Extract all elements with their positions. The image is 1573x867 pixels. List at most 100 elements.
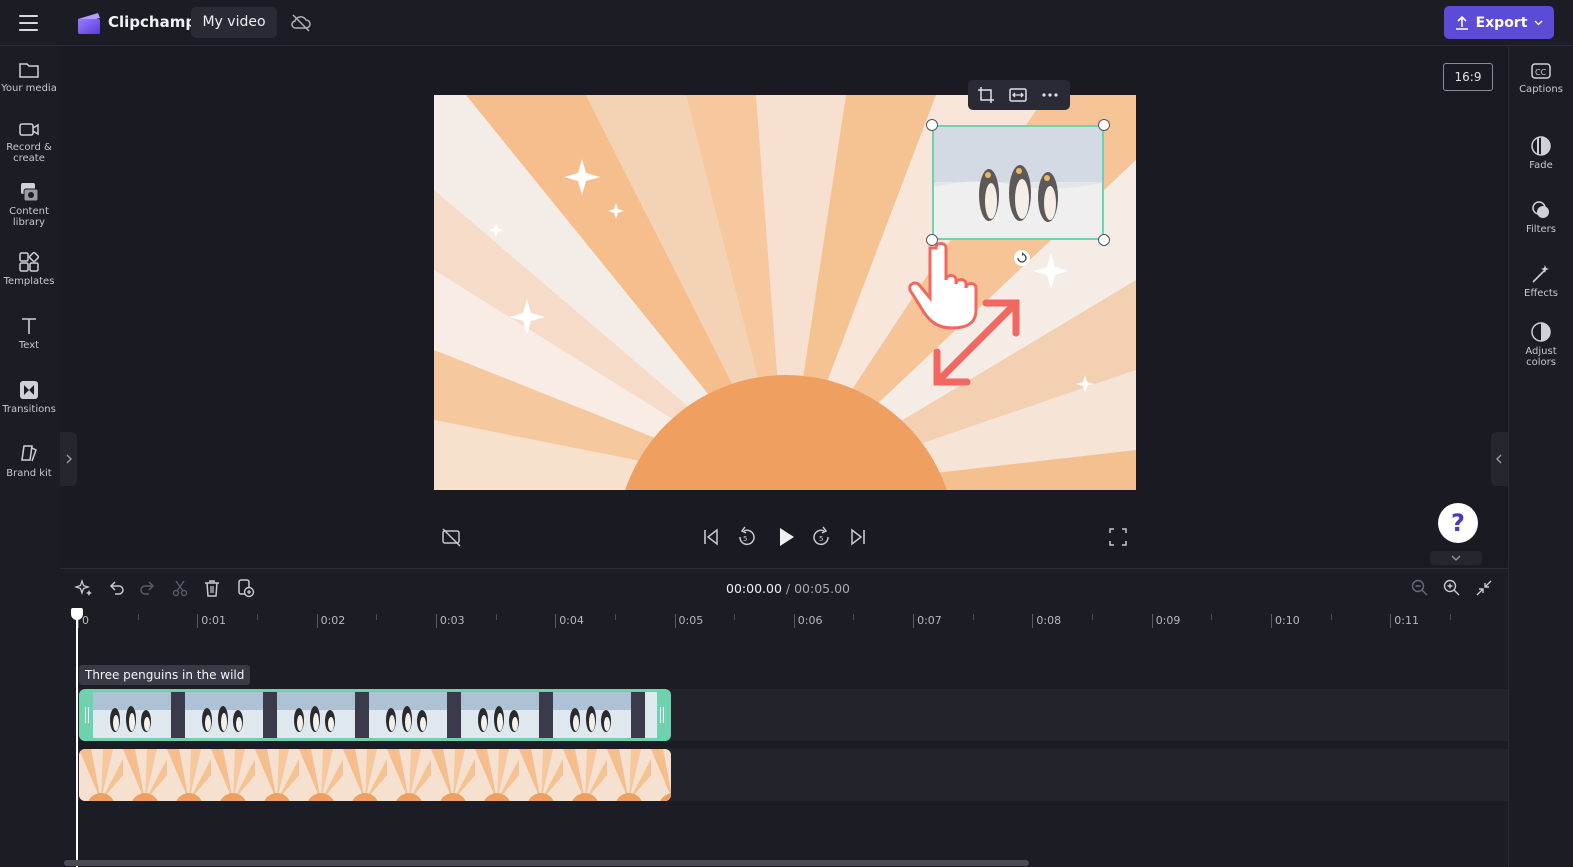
skip-forward-icon[interactable] xyxy=(847,525,869,549)
app-name: Clipchamp xyxy=(108,13,197,31)
ruler-tick-major xyxy=(435,614,437,628)
ruler-tick-minor xyxy=(853,614,855,620)
magic-edit-icon[interactable] xyxy=(74,578,94,598)
forward-5-icon[interactable]: 5 xyxy=(811,525,833,549)
total-duration: 00:05.00 xyxy=(794,581,850,596)
redo-icon[interactable] xyxy=(138,578,158,598)
sidebar-item-adjust-colors[interactable]: Adjust colors xyxy=(1509,321,1573,368)
cloud-off-icon[interactable] xyxy=(290,12,312,34)
sidebar-item-content-library[interactable]: Content library xyxy=(0,181,58,228)
help-button[interactable]: ? xyxy=(1438,503,1478,543)
sidebar-item-label: Your media xyxy=(1,83,57,94)
zoom-out-icon[interactable] xyxy=(1410,578,1430,598)
sidebar-item-record-create[interactable]: Record & create xyxy=(0,119,58,164)
ruler-label: 0:02 xyxy=(320,614,346,627)
expand-left-panel-button[interactable] xyxy=(60,432,77,486)
ruler-tick-minor xyxy=(376,614,378,620)
top-bar: Clipchamp My video Export xyxy=(0,0,1573,46)
playhead[interactable] xyxy=(71,608,83,867)
penguin-overlay-image[interactable] xyxy=(932,125,1104,240)
fullscreen-icon[interactable] xyxy=(1107,525,1129,549)
timeline-scrollbar[interactable] xyxy=(64,860,1029,866)
sidebar-item-text[interactable]: Text xyxy=(0,315,58,351)
camera-off-icon[interactable] xyxy=(441,525,463,549)
sidebar-item-brand-kit[interactable]: Brand kit xyxy=(0,443,58,479)
timecode: 00:00.00 / 00:05.00 xyxy=(726,581,850,596)
split-icon[interactable] xyxy=(170,578,190,598)
sidebar-item-label: Fade xyxy=(1529,160,1553,171)
ruler-label: 0:07 xyxy=(917,614,942,627)
sidebar-item-filters[interactable]: Filters xyxy=(1509,199,1573,235)
hand-cursor-icon xyxy=(908,242,1020,386)
sidebar-item-label: Templates xyxy=(3,276,55,287)
ruler-label: 0:10 xyxy=(1275,614,1300,627)
ruler-label: 0:05 xyxy=(678,614,704,627)
duplicate-icon[interactable] xyxy=(235,578,255,598)
ruler-label: 0:03 xyxy=(439,614,465,627)
zoom-in-icon[interactable] xyxy=(1442,578,1462,598)
fit-timeline-icon[interactable] xyxy=(1474,578,1494,598)
ruler-tick-minor xyxy=(256,614,258,620)
sidebar-item-label: Text xyxy=(18,340,40,351)
sidebar-item-label: Transitions xyxy=(2,404,56,415)
templates-icon xyxy=(19,251,40,272)
expand-right-panel-button[interactable] xyxy=(1491,432,1508,486)
svg-text:5: 5 xyxy=(819,535,823,543)
filters-icon xyxy=(1532,201,1549,218)
video-name-field[interactable]: My video xyxy=(191,7,277,38)
menu-icon[interactable] xyxy=(14,10,42,36)
export-label: Export xyxy=(1475,14,1528,31)
right-sidebar: CC Captions Fade Filters Effects Adjust … xyxy=(1508,47,1573,867)
element-toolbar xyxy=(968,80,1070,110)
sidebar-item-captions[interactable]: CC Captions xyxy=(1509,61,1573,95)
sunburst-background-clip[interactable] xyxy=(79,749,671,801)
undo-icon[interactable] xyxy=(106,578,126,598)
delete-icon[interactable] xyxy=(202,578,222,598)
play-icon[interactable] xyxy=(774,525,798,549)
ruler-label: 0:06 xyxy=(797,614,823,627)
fit-icon[interactable] xyxy=(1008,85,1028,105)
collapse-preview-button[interactable] xyxy=(1430,551,1482,565)
contrast-icon xyxy=(1531,322,1551,342)
export-button[interactable]: Export xyxy=(1444,6,1554,39)
ruler-tick-minor xyxy=(1330,614,1332,620)
skip-back-icon[interactable] xyxy=(700,525,722,549)
sidebar-item-fade[interactable]: Fade xyxy=(1509,135,1573,171)
crop-icon[interactable] xyxy=(976,85,996,105)
sidebar-item-label: Filters xyxy=(1526,224,1556,235)
svg-text:CC: CC xyxy=(1535,68,1547,77)
sidebar-item-effects[interactable]: Effects xyxy=(1509,263,1573,299)
trim-handle-left[interactable] xyxy=(85,707,89,723)
left-sidebar: Your media Record & create Content libra… xyxy=(0,47,58,867)
ruler-tick-major xyxy=(1151,614,1153,628)
trim-handle-right[interactable] xyxy=(660,707,664,723)
ruler-label: 0 xyxy=(82,614,89,627)
ruler-tick-minor xyxy=(1449,614,1451,620)
chevron-right-icon xyxy=(66,454,72,464)
penguin-clip[interactable] xyxy=(79,689,671,741)
magic-wand-icon xyxy=(1532,265,1549,283)
folder-icon xyxy=(19,63,39,78)
ruler-tick-minor xyxy=(137,614,139,620)
upload-icon xyxy=(1455,15,1468,30)
ruler-tick-major xyxy=(913,614,915,628)
sidebar-item-your-media[interactable]: Your media xyxy=(0,60,58,94)
resize-handle-bottom-right[interactable] xyxy=(1098,234,1110,246)
sidebar-item-label: colors xyxy=(1526,357,1556,368)
ruler-tick-major xyxy=(1271,614,1272,628)
resize-handle-top-left[interactable] xyxy=(926,119,938,131)
more-options-icon[interactable] xyxy=(1040,85,1060,105)
sidebar-item-label: library xyxy=(12,217,46,228)
rewind-5-icon[interactable]: 5 xyxy=(735,525,757,549)
text-icon xyxy=(22,318,36,334)
sidebar-item-label: Captions xyxy=(1519,84,1563,95)
resize-handle-top-right[interactable] xyxy=(1098,119,1110,131)
captions-icon: CC xyxy=(1531,63,1551,79)
sidebar-item-templates[interactable]: Templates xyxy=(0,251,58,287)
aspect-ratio-button[interactable]: 16:9 xyxy=(1443,63,1493,91)
sidebar-item-label: Brand kit xyxy=(6,468,52,479)
ruler-tick-major xyxy=(793,614,795,628)
sidebar-item-transitions[interactable]: Transitions xyxy=(0,379,58,415)
penguins-image xyxy=(934,127,1102,238)
brand-kit-icon xyxy=(21,445,37,462)
